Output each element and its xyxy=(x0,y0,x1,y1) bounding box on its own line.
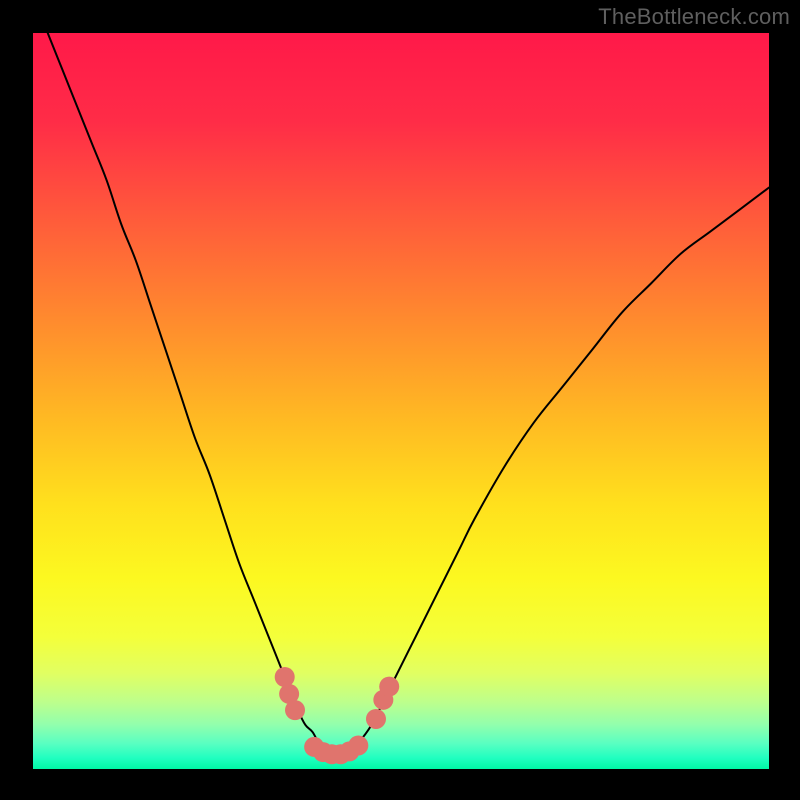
curve-marker xyxy=(348,735,368,755)
curve-marker xyxy=(379,677,399,697)
curve-marker xyxy=(366,709,386,729)
curve-marker xyxy=(275,667,295,687)
chart-stage: TheBottleneck.com xyxy=(0,0,800,800)
plot-background xyxy=(33,33,769,769)
curve-marker xyxy=(285,700,305,720)
chart-svg xyxy=(0,0,800,800)
